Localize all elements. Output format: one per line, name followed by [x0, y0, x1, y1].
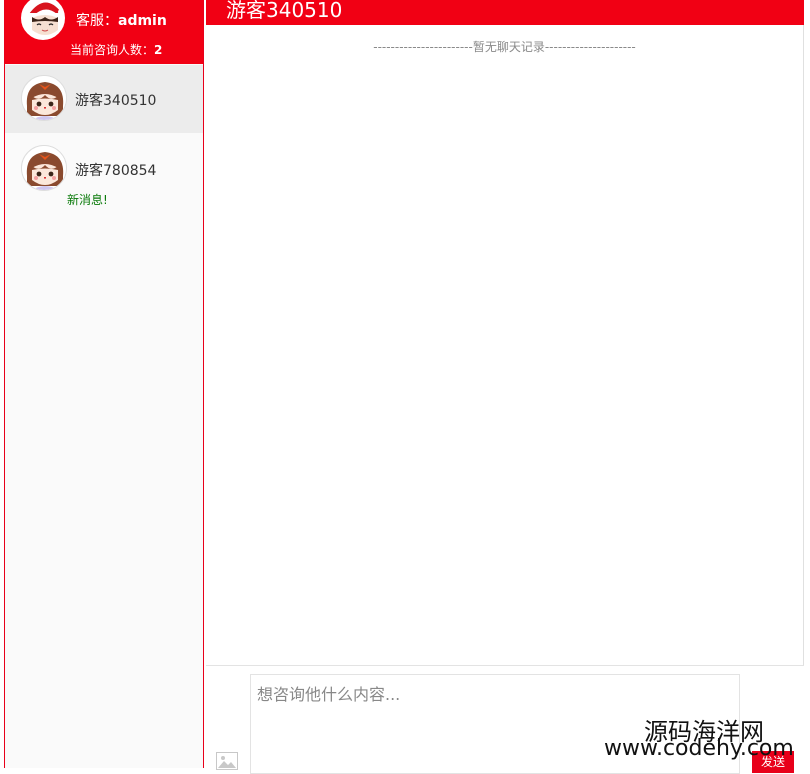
input-area: 发送	[206, 665, 804, 774]
sidebar: 客服：admin 当前咨询人数：2 游客340510 游客780854 新消息!	[4, 0, 204, 768]
visitor-name: 游客780854	[75, 163, 157, 179]
visitor-item[interactable]: 游客780854 新消息!	[5, 135, 203, 207]
agent-header: 客服：admin 当前咨询人数：2	[5, 0, 203, 64]
chat-title: 游客340510	[226, 0, 343, 22]
visitor-item[interactable]: 游客340510	[5, 65, 203, 133]
image-upload-icon[interactable]	[216, 752, 238, 770]
visitor-name: 游客340510	[75, 93, 157, 109]
agent-name: 客服：admin	[76, 13, 167, 29]
send-button[interactable]: 发送	[752, 751, 794, 773]
consult-count: 当前咨询人数：2	[70, 43, 163, 57]
visitor-avatar	[21, 75, 67, 121]
visitor-avatar	[21, 145, 67, 191]
no-chat-record: -----------------------暂无聊天记录-----------…	[373, 40, 636, 54]
new-message-badge: 新消息!	[67, 193, 108, 207]
agent-avatar	[21, 0, 65, 40]
message-input[interactable]	[250, 674, 740, 774]
chat-messages: -----------------------暂无聊天记录-----------…	[206, 25, 804, 665]
chat-header: 游客340510	[206, 0, 804, 25]
